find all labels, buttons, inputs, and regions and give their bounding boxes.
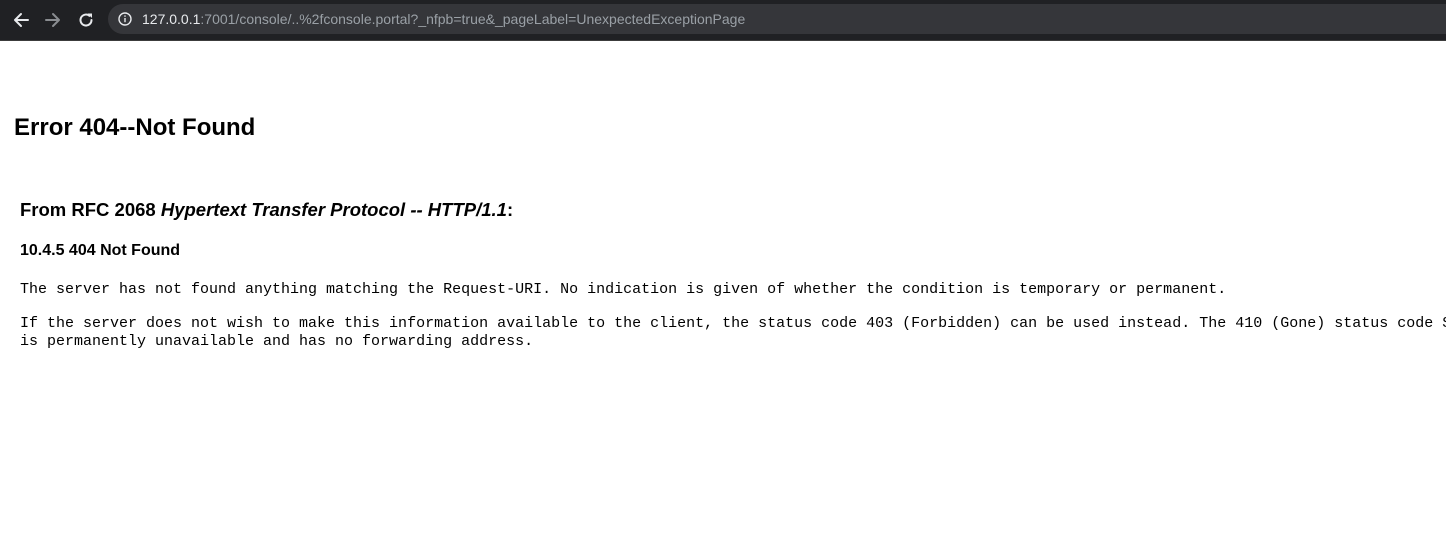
reload-icon xyxy=(77,11,95,29)
info-circle-icon[interactable] xyxy=(118,12,132,31)
address-bar[interactable]: 127.0.0.1:7001/console/..%2fconsole.port… xyxy=(108,4,1446,34)
arrow-left-icon xyxy=(12,11,30,29)
rfc-prefix: From RFC 2068 xyxy=(20,199,161,220)
rfc-suffix: : xyxy=(506,199,514,220)
section-heading: 10.4.5 404 Not Found xyxy=(20,242,181,259)
paragraph-not-found: The server has not found anything matchi… xyxy=(20,281,1227,298)
page-content: Error 404--Not Found From RFC 2068 Hyper… xyxy=(0,41,1446,544)
page-title: Error 404--Not Found xyxy=(14,114,256,141)
paragraph-forbidden-line-2: is permanently unavailable and has no fo… xyxy=(20,333,534,350)
browser-toolbar: 127.0.0.1:7001/console/..%2fconsole.port… xyxy=(0,0,1446,41)
back-button[interactable] xyxy=(7,6,35,34)
rfc-name: Hypertext Transfer Protocol -- HTTP/1.1 xyxy=(160,199,507,220)
paragraph-forbidden: If the server does not wish to make this… xyxy=(20,315,1446,351)
url-text[interactable]: 127.0.0.1:7001/console/..%2fconsole.port… xyxy=(142,10,745,28)
rfc-heading: From RFC 2068 Hypertext Transfer Protoco… xyxy=(20,199,513,221)
arrow-right-icon xyxy=(44,11,62,29)
url-path: :7001/console/..%2fconsole.portal?_nfpb=… xyxy=(200,11,746,27)
paragraph-forbidden-line-1: If the server does not wish to make this… xyxy=(20,315,1446,332)
reload-button[interactable] xyxy=(72,6,100,34)
forward-button[interactable] xyxy=(39,6,67,34)
url-host: 127.0.0.1 xyxy=(142,11,201,27)
